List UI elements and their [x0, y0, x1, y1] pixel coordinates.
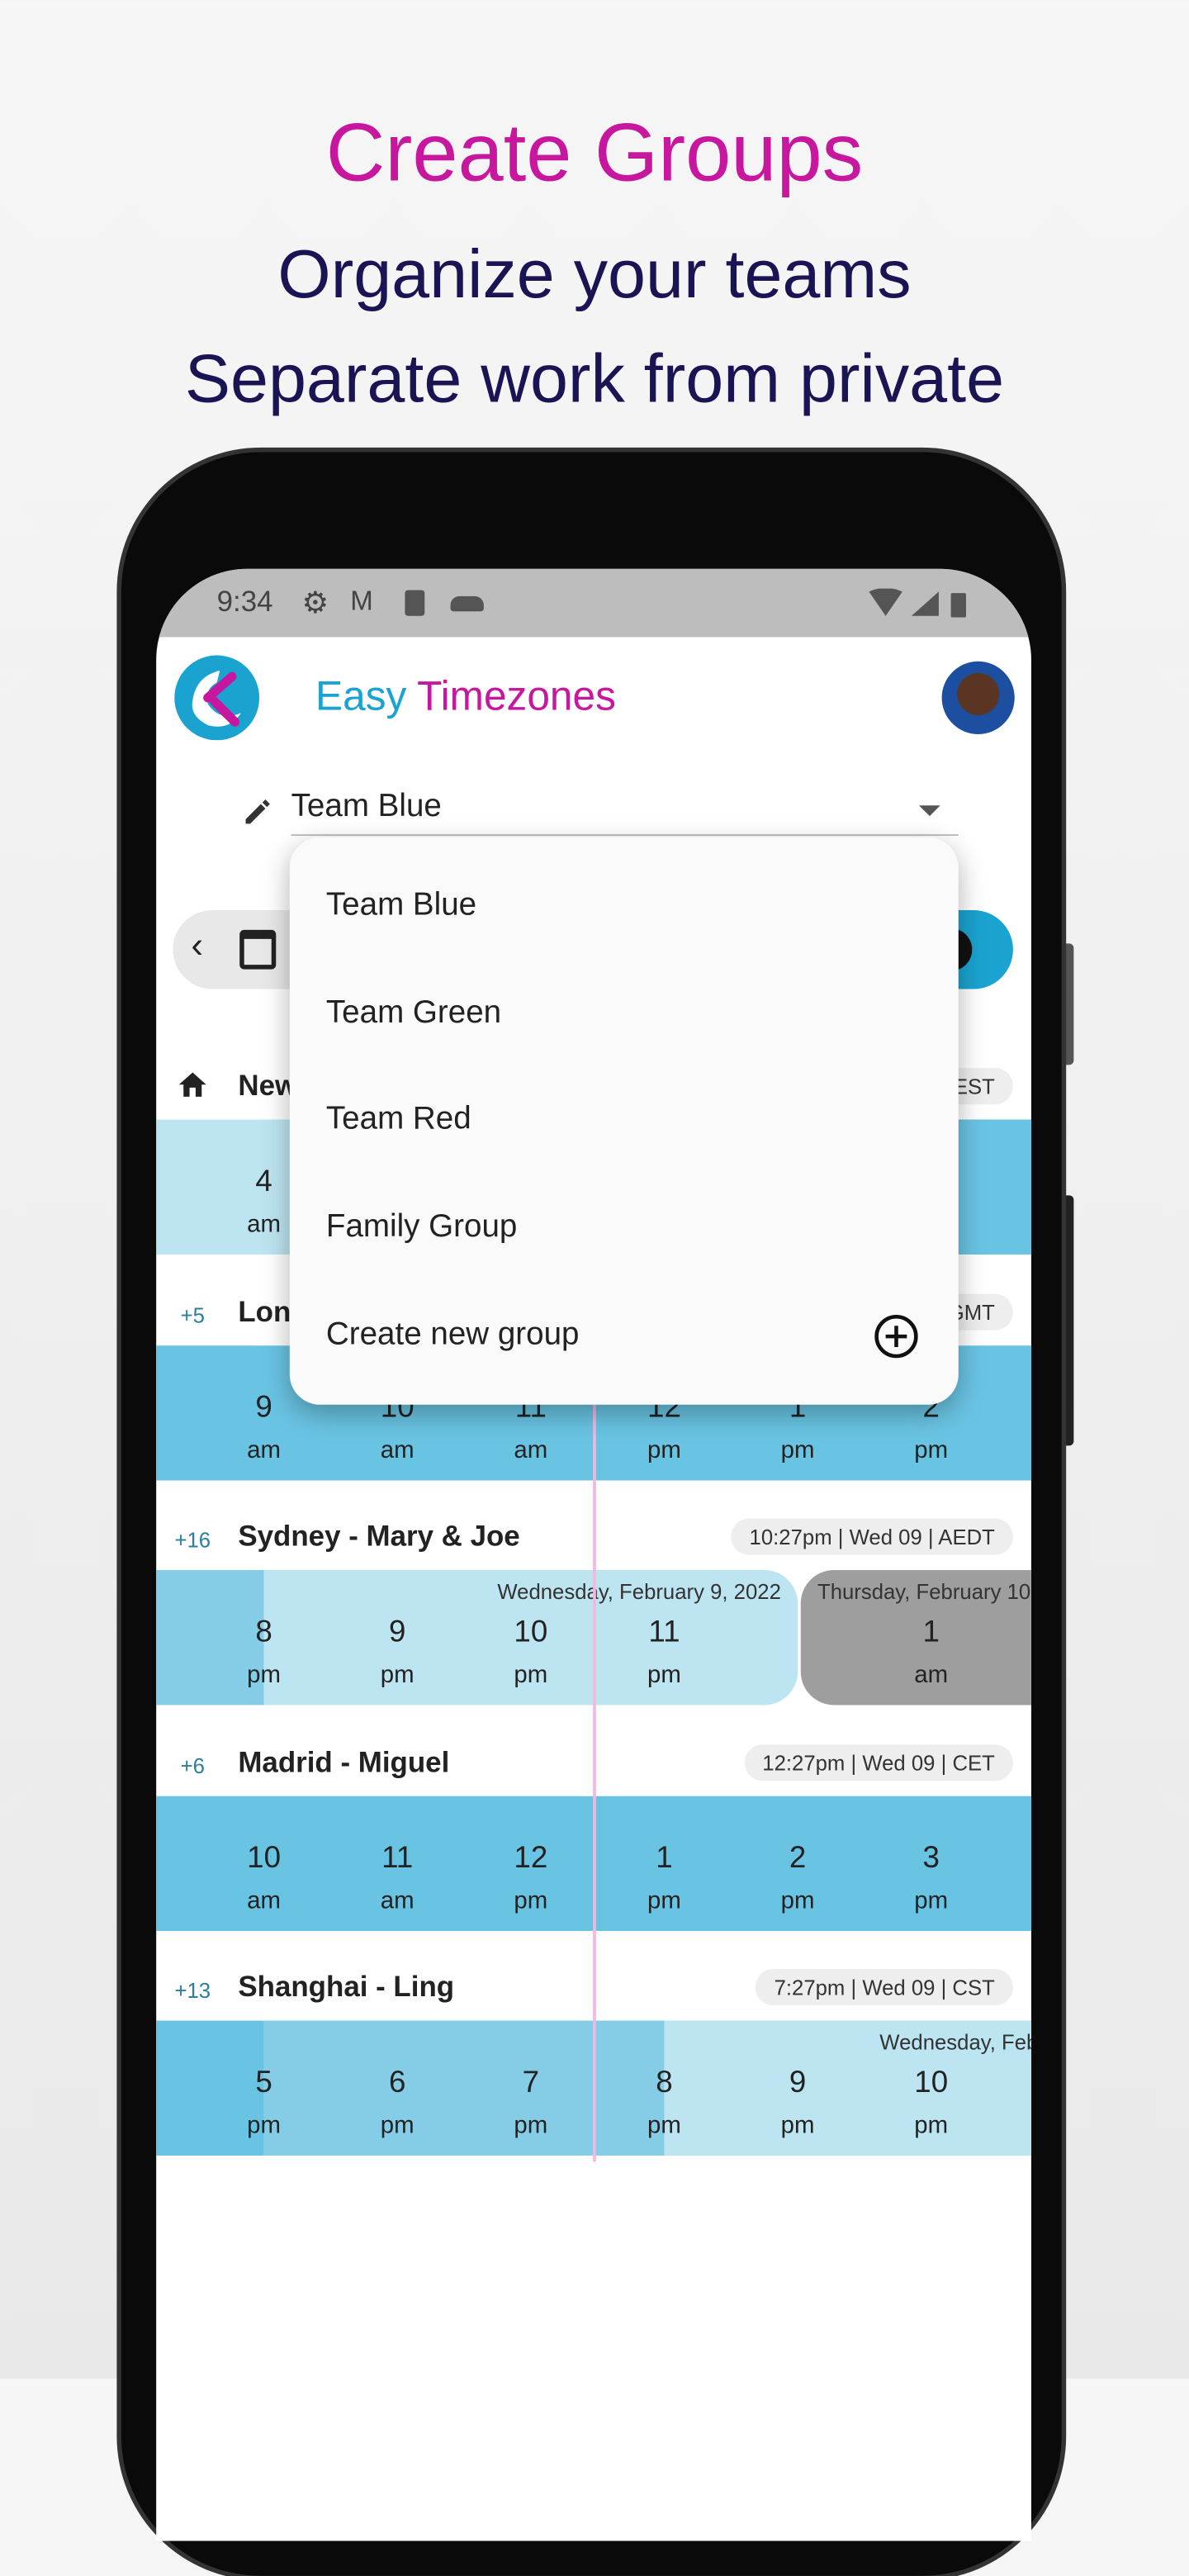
avatar[interactable]: [941, 661, 1015, 734]
hour-cell[interactable]: 5 pm: [218, 2020, 309, 2140]
app-title: Easy Timezones: [315, 673, 616, 719]
hour-cell[interactable]: 3 pm: [886, 1796, 977, 1915]
menu-item-create-new-group[interactable]: Create new group: [326, 1316, 580, 1353]
timezone-name[interactable]: Shanghai - Ling: [238, 1972, 454, 2005]
status-time: 9:34: [216, 586, 273, 619]
app-logo-icon: [174, 655, 260, 741]
promo-subtitle-1: Organize your teams: [277, 235, 912, 313]
hour-cell[interactable]: 11 am: [352, 1796, 443, 1915]
gmail-icon: M: [350, 585, 373, 616]
gear-icon: ⚙: [301, 586, 329, 621]
wifi-icon: [869, 588, 966, 618]
hour-cell[interactable]: 10 pm: [886, 2020, 977, 2140]
group-dropdown-menu: Team Blue Team Green Team Red Family Gro…: [289, 837, 959, 1405]
timezone-name[interactable]: Madrid - Miguel: [238, 1747, 449, 1780]
utc-offset: +13: [174, 1978, 211, 2003]
local-time-badge: 10:27pm | Wed 09 | AEDT: [731, 1518, 1013, 1555]
hour-cell[interactable]: 6 pm: [352, 2020, 443, 2140]
battery-icon: [950, 593, 966, 618]
signal-icon: [911, 591, 939, 616]
menu-item-team-green[interactable]: Team Green: [326, 995, 501, 1032]
local-time-badge: 7:27pm | Wed 09 | CST: [756, 1969, 1013, 2006]
hour-cell[interactable]: 2 pm: [752, 1796, 843, 1915]
hour-cell[interactable]: 10 am: [218, 1796, 309, 1915]
hour-cell[interactable]: 12 pm: [486, 1796, 576, 1915]
chevron-left-icon[interactable]: ‹: [191, 925, 203, 967]
group-select-value[interactable]: Team Blue: [291, 789, 442, 825]
hour-cell[interactable]: 1 pm: [618, 1796, 709, 1915]
utc-offset: +5: [180, 1302, 205, 1327]
hour-cell[interactable]: 8 pm: [218, 1570, 309, 1690]
phone-side-button: [1061, 943, 1074, 1065]
menu-item-family-group[interactable]: Family Group: [326, 1209, 517, 1245]
menu-item-team-red[interactable]: Team Red: [326, 1101, 471, 1137]
utc-offset: +16: [174, 1527, 211, 1552]
hour-cell[interactable]: 9 pm: [352, 1570, 443, 1690]
promo-subtitle-2: Separate work from private: [184, 339, 1005, 418]
local-time-badge: 12:27pm | Wed 09 | CET: [744, 1743, 1013, 1781]
pencil-icon[interactable]: [243, 796, 273, 827]
utc-offset: +6: [180, 1753, 205, 1777]
timezone-name[interactable]: Sydney - Mary & Joe: [238, 1521, 519, 1554]
hour-cell[interactable]: 8 pm: [618, 2020, 709, 2140]
hour-cell[interactable]: 1 am: [886, 1570, 977, 1690]
phone-side-button: [1061, 1195, 1074, 1446]
hour-cell[interactable]: 10 pm: [486, 1570, 576, 1690]
chevron-down-icon[interactable]: [919, 805, 940, 817]
calendar-icon[interactable]: [239, 929, 277, 970]
home-icon: [178, 1072, 206, 1097]
promo-title: Create Groups: [325, 107, 864, 199]
sd-card-icon: [405, 590, 425, 616]
hour-cell[interactable]: 7 pm: [486, 2020, 576, 2140]
plus-circle-icon[interactable]: [872, 1312, 921, 1361]
hour-cell[interactable]: 9 pm: [752, 2020, 843, 2140]
hour-cell[interactable]: 11 pm: [618, 1570, 709, 1690]
menu-item-team-blue[interactable]: Team Blue: [326, 887, 476, 923]
hour-cell[interactable]: [752, 1570, 843, 1615]
cloud-icon: [450, 595, 484, 612]
group-select-underline: [291, 834, 959, 837]
status-bar: 9:34 ⚙ M: [156, 568, 1031, 638]
day-segment: [263, 2020, 665, 2156]
promo-stage: Create Groups Organize your teams Separa…: [0, 0, 1189, 2576]
